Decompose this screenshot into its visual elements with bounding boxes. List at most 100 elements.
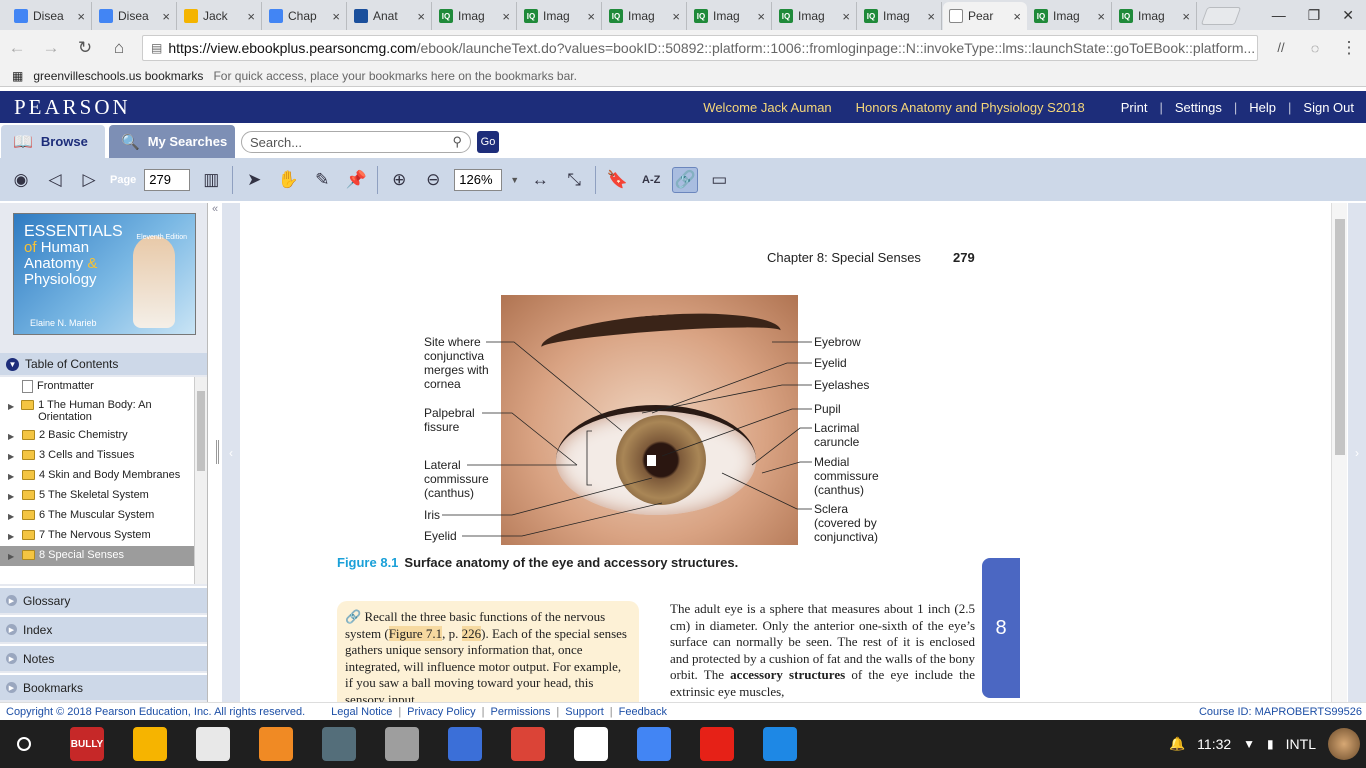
close-tab-icon[interactable]: × <box>162 9 170 24</box>
two-page-view-icon[interactable]: ▥ <box>198 167 224 193</box>
glossary-section[interactable]: ▶ Glossary <box>0 586 207 613</box>
app-icon-6[interactable] <box>448 727 482 761</box>
bookmarks-section[interactable]: ▶ Bookmarks <box>0 673 207 700</box>
fit-page-icon[interactable]: ⤡ <box>561 167 587 193</box>
restore-icon[interactable]: ❐ <box>1308 7 1321 24</box>
expand-arrow-icon[interactable]: ▶ <box>8 431 18 443</box>
canvas-icon[interactable] <box>763 727 797 761</box>
close-tab-icon[interactable]: × <box>672 9 680 24</box>
browser-tab[interactable]: Jack × <box>178 2 262 30</box>
browser-tab[interactable]: IQ Imag × <box>688 2 772 30</box>
glossary-az-icon[interactable]: A-Z <box>638 167 664 193</box>
permissions-link[interactable]: Permissions <box>485 706 557 718</box>
select-tool-icon[interactable]: ➤ <box>241 167 267 193</box>
back-icon[interactable]: ← <box>6 38 28 58</box>
expand-arrow-icon[interactable]: ▶ <box>8 491 18 503</box>
browser-tab[interactable]: IQ Imag × <box>858 2 942 30</box>
figure-7-1-link[interactable]: Figure 7.1 <box>388 625 443 641</box>
privacy-policy-link[interactable]: Privacy Policy <box>401 706 481 718</box>
close-tab-icon[interactable]: × <box>1013 9 1021 24</box>
link-tool-icon[interactable]: 🔗 <box>672 166 699 193</box>
browser-tab[interactable]: Disea × <box>8 2 92 30</box>
browser-tab[interactable]: Chap × <box>263 2 347 30</box>
close-tab-icon[interactable]: × <box>502 9 510 24</box>
bully-app-icon[interactable]: BULLY <box>70 727 104 761</box>
notification-bell-icon[interactable]: 🔔 <box>1169 736 1185 752</box>
previous-page-gutter[interactable]: ‹ <box>222 203 240 702</box>
expand-arrow-icon[interactable]: ▶ <box>8 551 18 563</box>
note-pin-icon[interactable]: 📌 <box>343 167 369 193</box>
search-input[interactable]: Search... ⚲ <box>241 131 471 153</box>
feedback-link[interactable]: Feedback <box>613 706 673 718</box>
browser-tab[interactable]: IQ Imag × <box>773 2 857 30</box>
toc-item[interactable]: ▶ 1 The Human Body: An Orientation <box>0 396 207 426</box>
docs-icon[interactable] <box>637 727 671 761</box>
browser-tab[interactable]: Disea × <box>93 2 177 30</box>
hand-tool-icon[interactable]: ✋ <box>275 167 301 193</box>
close-tab-icon[interactable]: × <box>1097 9 1105 24</box>
toc-item[interactable]: ▶ 6 The Muscular System <box>0 506 207 526</box>
app-icon-5[interactable] <box>385 727 419 761</box>
next-page-gutter[interactable]: › <box>1348 203 1366 702</box>
menu-icon[interactable]: ⋮ <box>1338 38 1360 58</box>
next-page-icon[interactable]: ▷ <box>76 167 102 193</box>
toc-home-icon[interactable]: ◉ <box>8 167 34 193</box>
previous-page-icon[interactable]: ◁ <box>42 167 68 193</box>
close-tab-icon[interactable]: × <box>927 9 935 24</box>
close-tab-icon[interactable]: × <box>1182 9 1190 24</box>
app-icon-4[interactable] <box>322 727 356 761</box>
chrome-icon[interactable] <box>511 727 545 761</box>
youtube-icon[interactable] <box>700 727 734 761</box>
close-tab-icon[interactable]: × <box>417 9 425 24</box>
browser-tab[interactable]: IQ Imag × <box>603 2 687 30</box>
expand-arrow-icon[interactable]: ▶ <box>8 401 17 413</box>
bookmark-page-icon[interactable]: 🔖 <box>604 167 630 193</box>
expand-arrow-icon[interactable]: ▶ <box>8 471 18 483</box>
toc-item[interactable]: ▶ 8 Special Senses <box>0 546 207 566</box>
support-link[interactable]: Support <box>559 706 610 718</box>
audio-icon[interactable]: ▭ <box>706 167 732 193</box>
bookmarks-folder[interactable]: greenvilleschools.us bookmarks <box>33 69 203 83</box>
toc-item[interactable]: ▶ 5 The Skeletal System <box>0 486 207 506</box>
zoom-out-icon[interactable]: ⊖ <box>420 167 446 193</box>
user-avatar[interactable] <box>1328 728 1360 760</box>
system-tray[interactable]: 🔔 11:32 ▼ ▮ INTL <box>1169 728 1366 760</box>
fit-width-icon[interactable]: ↔ <box>527 167 553 193</box>
browse-tab[interactable]: 📖 Browse <box>1 125 105 158</box>
close-tab-icon[interactable]: × <box>757 9 765 24</box>
zoom-level-input[interactable] <box>454 168 503 191</box>
new-tab-button[interactable] <box>1200 7 1242 25</box>
sign-out-link[interactable]: Sign Out <box>1291 100 1366 115</box>
close-tab-icon[interactable]: × <box>332 9 340 24</box>
zoom-in-icon[interactable]: ⊕ <box>386 167 412 193</box>
print-link[interactable]: Print <box>1109 100 1160 115</box>
address-bar[interactable]: ▤ https://view.ebookplus.pearsoncmg.com/… <box>142 34 1258 61</box>
toc-item[interactable]: ▶ 2 Basic Chemistry <box>0 426 207 446</box>
browser-tab[interactable]: IQ Imag × <box>1113 2 1197 30</box>
legal-notice-link[interactable]: Legal Notice <box>325 706 398 718</box>
search-icon[interactable]: ⚲ <box>452 134 462 150</box>
browser-tab[interactable]: Anat × <box>348 2 432 30</box>
toc-item[interactable]: Frontmatter <box>0 377 207 396</box>
zoom-dropdown-icon[interactable]: ▼ <box>510 175 519 185</box>
extension-icon[interactable]: // <box>1270 40 1292 55</box>
close-tab-icon[interactable]: × <box>247 9 255 24</box>
course-link[interactable]: Honors Anatomy and Physiology S2018 <box>844 100 1109 115</box>
close-tab-icon[interactable]: × <box>587 9 595 24</box>
go-button[interactable]: Go <box>477 131 499 153</box>
launcher-icon[interactable] <box>17 737 31 751</box>
page-info-icon[interactable]: ▤ <box>151 41 162 55</box>
page-226-link[interactable]: 226 <box>461 625 482 641</box>
close-tab-icon[interactable]: × <box>842 9 850 24</box>
expand-arrow-icon[interactable]: ▶ <box>8 531 18 543</box>
browser-tab[interactable]: IQ Imag × <box>1028 2 1112 30</box>
notes-section[interactable]: ▶ Notes <box>0 644 207 671</box>
close-tab-icon[interactable]: × <box>77 9 85 24</box>
gmail-icon[interactable] <box>574 727 608 761</box>
app-icon-3[interactable] <box>259 727 293 761</box>
toc-item[interactable]: ▶ 7 The Nervous System <box>0 526 207 546</box>
settings-link[interactable]: Settings <box>1163 100 1234 115</box>
app-icon-2[interactable] <box>196 727 230 761</box>
index-section[interactable]: ▶ Index <box>0 615 207 642</box>
toc-item[interactable]: ▶ 3 Cells and Tissues <box>0 446 207 466</box>
